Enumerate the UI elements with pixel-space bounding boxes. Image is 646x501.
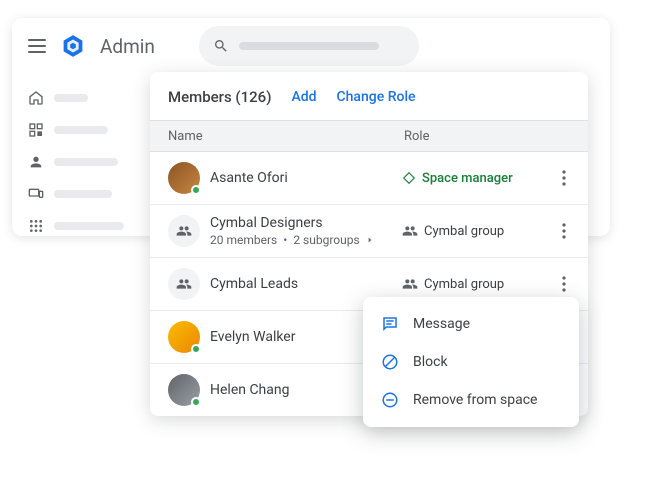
menu-message[interactable]: Message [363,305,579,343]
menu-block[interactable]: Block [363,343,579,381]
avatar [164,374,204,406]
remove-icon [381,391,399,409]
presence-indicator-icon [191,344,201,354]
avatar [164,268,204,300]
row-menu-button[interactable] [550,270,578,298]
devices-icon [28,186,44,202]
block-icon [381,353,399,371]
table-row[interactable]: Asante Ofori Space manager [150,152,588,205]
diamond-icon [402,171,416,185]
sidebar [22,90,142,234]
sidebar-item[interactable] [22,122,142,138]
sidebar-item[interactable] [22,186,142,202]
avatar [164,215,204,247]
menu-icon[interactable] [28,39,46,53]
group-icon [176,276,192,292]
panel-header: Members (126) Add Change Role [150,72,588,120]
member-name: Cymbal Designers [210,215,402,231]
top-bar: Admin [12,18,610,74]
group-icon [402,223,418,239]
sidebar-item[interactable] [22,154,142,170]
admin-logo-icon [60,33,86,59]
member-subtitle: 20 members • 2 subgroups [210,233,402,247]
context-menu: Message Block Remove from space [363,297,579,427]
apps-icon [28,218,44,234]
member-name: Cymbal Leads [210,276,402,292]
column-name: Name [150,129,404,144]
role-label: Cymbal group [402,223,550,239]
row-menu-button[interactable] [550,217,578,245]
table-header: Name Role [150,120,588,152]
avatar [164,321,204,353]
role-label: Space manager [402,171,550,186]
table-row[interactable]: Cymbal Designers 20 members • 2 subgroup… [150,205,588,258]
sidebar-item[interactable] [22,90,142,106]
avatar [164,162,204,194]
panel-title: Members (126) [168,88,271,106]
search-input[interactable] [199,26,419,66]
home-icon [28,90,44,106]
search-icon [213,38,229,54]
role-label: Cymbal group [402,276,550,292]
search-placeholder [239,42,379,50]
chevron-right-icon [366,236,374,244]
sidebar-item[interactable] [22,218,142,234]
add-button[interactable]: Add [291,89,316,105]
presence-indicator-icon [191,397,201,407]
presence-indicator-icon [191,185,201,195]
member-name: Asante Ofori [210,170,402,186]
group-icon [402,276,418,292]
menu-remove[interactable]: Remove from space [363,381,579,419]
column-role: Role [404,129,588,144]
message-icon [381,315,399,333]
row-menu-button[interactable] [550,164,578,192]
person-icon [28,154,44,170]
group-icon [176,223,192,239]
change-role-button[interactable]: Change Role [337,89,416,105]
app-title: Admin [100,35,155,58]
dashboard-icon [28,122,44,138]
